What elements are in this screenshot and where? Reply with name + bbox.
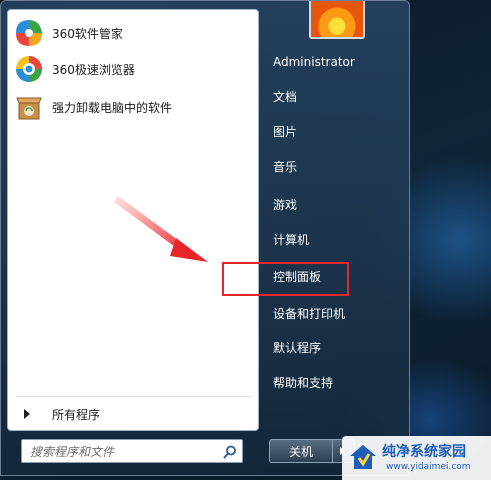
right-item-label: 图片 xyxy=(273,124,298,139)
program-label: 强力卸载电脑中的软件 xyxy=(52,100,173,115)
watermark-url: www.yidaimei.com xyxy=(386,462,471,472)
user-name-link[interactable]: Administrator xyxy=(273,49,403,75)
user-name: Administrator xyxy=(273,55,355,69)
right-item-documents[interactable]: 文档 xyxy=(273,83,403,109)
right-item-label: 设备和打印机 xyxy=(273,306,346,321)
search-icon[interactable] xyxy=(222,444,238,460)
shutdown-button[interactable]: 关机 xyxy=(269,439,333,463)
right-item-music[interactable]: 音乐 xyxy=(273,153,403,179)
right-item-label: 帮助和支持 xyxy=(273,375,334,390)
uninstaller-box-icon xyxy=(14,92,44,122)
right-item-pictures[interactable]: 图片 xyxy=(273,118,403,144)
360-software-manager-icon xyxy=(14,18,44,48)
program-label: 360极速浏览器 xyxy=(52,62,135,77)
user-avatar[interactable] xyxy=(309,1,365,39)
right-item-label: 游戏 xyxy=(273,197,298,212)
program-item-uninstaller[interactable]: 强力卸载电脑中的软件 xyxy=(14,90,252,124)
right-item-label: 文档 xyxy=(273,89,298,104)
right-item-computer[interactable]: 计算机 xyxy=(273,226,403,252)
red-arrow-icon xyxy=(114,196,208,262)
triangle-right-icon xyxy=(24,409,30,419)
right-item-help-support[interactable]: 帮助和支持 xyxy=(273,369,403,395)
program-item-360-browser[interactable]: 360极速浏览器 xyxy=(14,52,252,86)
right-item-label: 默认程序 xyxy=(273,340,322,355)
all-programs-label: 所有程序 xyxy=(52,407,101,422)
right-item-devices-printers[interactable]: 设备和打印机 xyxy=(273,300,403,326)
right-item-default-programs[interactable]: 默认程序 xyxy=(273,334,403,360)
watermark: 纯净系统家园 www.yidaimei.com xyxy=(342,436,491,480)
divider xyxy=(16,396,252,397)
360-browser-icon xyxy=(14,54,44,84)
right-item-label: 计算机 xyxy=(273,232,310,247)
watermark-title: 纯净系统家园 xyxy=(382,444,466,460)
right-item-games[interactable]: 游戏 xyxy=(273,191,403,217)
shutdown-label: 关机 xyxy=(288,444,313,459)
right-item-label: 音乐 xyxy=(273,159,298,174)
house-logo-icon xyxy=(350,445,376,469)
search-input[interactable] xyxy=(28,442,222,462)
program-label: 360软件管家 xyxy=(52,26,123,41)
program-item-360-software-manager[interactable]: 360软件管家 xyxy=(14,16,252,50)
search-box[interactable] xyxy=(21,439,243,463)
right-links-pane: Administrator 文档 图片 音乐 游戏 计算机 控制面板 设备和打印… xyxy=(261,1,409,473)
highlight-box xyxy=(222,262,349,296)
all-programs-button[interactable]: 所有程序 xyxy=(16,402,252,426)
